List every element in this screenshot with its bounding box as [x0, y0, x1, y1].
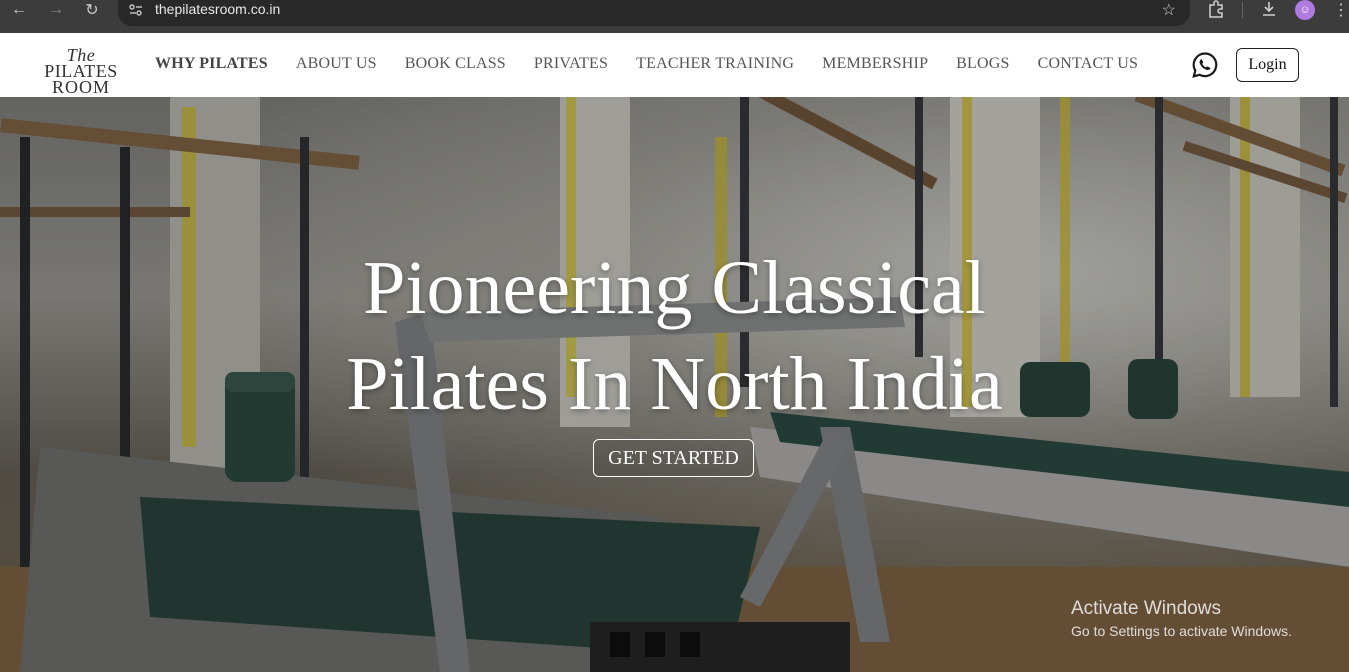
reload-icon[interactable]: ↻ — [81, 0, 103, 20]
download-icon[interactable] — [1260, 0, 1278, 23]
whatsapp-icon[interactable] — [1191, 51, 1219, 79]
nav-privates[interactable]: PRIVATES — [534, 55, 608, 73]
windows-activation-watermark: Activate Windows Go to Settings to activ… — [1071, 598, 1292, 639]
url-text[interactable]: thepilatesroom.co.in — [155, 1, 280, 17]
site-info-icon[interactable] — [128, 2, 144, 18]
get-started-button[interactable]: GET STARTED — [593, 439, 754, 477]
nav-contact-us[interactable]: CONTACT US — [1038, 55, 1138, 73]
site-logo[interactable]: The PILATES ROOM — [33, 46, 129, 97]
hero-section: Pioneering Classical Pilates In North In… — [0, 97, 1349, 672]
nav-why-pilates[interactable]: WHY PILATES — [155, 55, 268, 73]
nav-about-us[interactable]: ABOUT US — [296, 55, 377, 73]
main-nav: WHY PILATES ABOUT US BOOK CLASS PRIVATES… — [155, 55, 1166, 73]
logo-room: ROOM — [51, 77, 110, 97]
activate-windows-title: Activate Windows — [1071, 598, 1221, 619]
forward-arrow-icon[interactable]: → — [45, 0, 67, 20]
extensions-icon[interactable] — [1207, 0, 1225, 23]
activate-windows-subtitle: Go to Settings to activate Windows. — [1071, 623, 1292, 639]
address-bar[interactable]: thepilatesroom.co.in ☆ — [118, 0, 1190, 26]
profile-avatar-icon[interactable]: ☺ — [1295, 0, 1315, 20]
hero-title: Pioneering Classical Pilates In North In… — [0, 240, 1349, 432]
menu-kebab-icon[interactable]: ⋮ — [1333, 0, 1349, 20]
nav-blogs[interactable]: BLOGS — [956, 55, 1009, 73]
site-header: The PILATES ROOM WHY PILATES ABOUT US BO… — [0, 33, 1349, 97]
bookmark-star-icon[interactable]: ☆ — [1162, 0, 1176, 20]
nav-membership[interactable]: MEMBERSHIP — [822, 55, 928, 73]
browser-toolbar: ← → ↻ thepilatesroom.co.in ☆ ☺ ⋮ — [0, 0, 1349, 33]
nav-teacher-training[interactable]: TEACHER TRAINING — [636, 55, 794, 73]
hero-title-line2: Pilates In North India — [346, 342, 1003, 426]
login-button[interactable]: Login — [1236, 48, 1299, 82]
back-arrow-icon[interactable]: ← — [8, 0, 30, 20]
toolbar-divider — [1242, 2, 1243, 18]
nav-book-class[interactable]: BOOK CLASS — [405, 55, 506, 73]
hero-title-line1: Pioneering Classical — [363, 246, 986, 330]
